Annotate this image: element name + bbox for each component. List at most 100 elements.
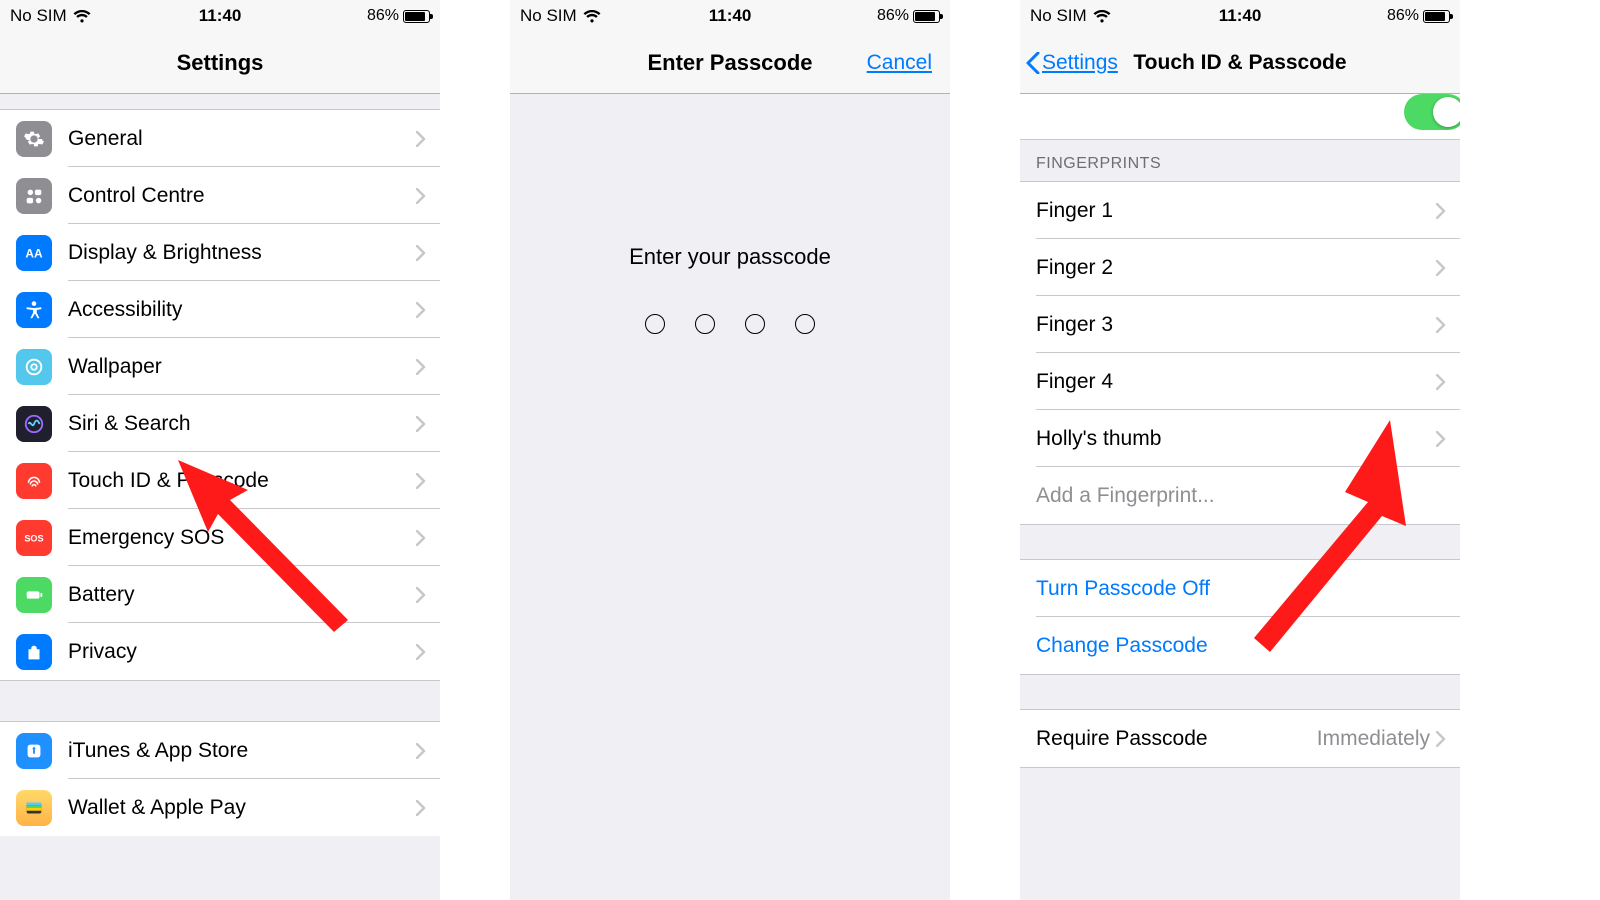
page-title: Enter Passcode (647, 50, 812, 76)
settings-row-access[interactable]: Accessibility (0, 281, 440, 338)
settings-row-siri[interactable]: Siri & Search (0, 395, 440, 452)
settings-row-touch[interactable]: Touch ID & Passcode (0, 452, 440, 509)
passcode-prompt: Enter your passcode (629, 244, 831, 270)
group-separator (1020, 767, 1460, 847)
row-label: Touch ID & Passcode (68, 469, 416, 493)
group-separator (0, 94, 440, 110)
wall-icon (16, 349, 52, 385)
row-label: Finger 3 (1036, 313, 1436, 337)
chevron-right-icon (1436, 203, 1446, 219)
chevron-right-icon (1436, 260, 1446, 276)
chevron-right-icon (416, 800, 426, 816)
row-label: Battery (68, 583, 416, 607)
row-label: iTunes & App Store (68, 739, 416, 763)
navbar: Settings (0, 32, 440, 94)
carrier-text: No SIM (10, 6, 67, 26)
chevron-right-icon (416, 473, 426, 489)
back-label: Settings (1042, 51, 1118, 75)
row-label: Change Passcode (1036, 634, 1460, 658)
row-label: Require Passcode (1036, 727, 1317, 751)
chevron-right-icon (1436, 731, 1446, 747)
row-label: Wallet & Apple Pay (68, 796, 416, 820)
svg-text:SOS: SOS (24, 533, 43, 543)
settings-row-sos[interactable]: SOSEmergency SOS (0, 509, 440, 566)
chevron-right-icon (1436, 317, 1446, 333)
row-label: Finger 2 (1036, 256, 1436, 280)
fingerprint-row[interactable]: Finger 2 (1020, 239, 1460, 296)
settings-row-wallet[interactable]: Wallet & Apple Pay (0, 779, 440, 836)
settings-row-itunes[interactable]: iTunes & App Store (0, 722, 440, 779)
wallet-icon (16, 790, 52, 826)
navbar: Settings Touch ID & Passcode (1020, 32, 1460, 94)
row-label: Privacy (68, 640, 416, 664)
chevron-right-icon (416, 644, 426, 660)
fingerprint-row[interactable]: Holly's thumb (1020, 410, 1460, 467)
settings-row-wall[interactable]: Wallpaper (0, 338, 440, 395)
group-separator (0, 680, 440, 722)
layout-gap (1460, 0, 1600, 900)
settings-row-control[interactable]: Control Centre (0, 167, 440, 224)
chevron-right-icon (1436, 431, 1446, 447)
group-separator (1020, 524, 1460, 560)
section-header-fingerprints: FINGERPRINTS (1020, 140, 1460, 182)
row-label: Turn Passcode Off (1036, 577, 1460, 601)
back-button[interactable]: Settings (1026, 51, 1118, 75)
passcode-actions: Turn Passcode Off Change Passcode (1020, 560, 1460, 674)
require-passcode-group: Require Passcode Immediately (1020, 710, 1460, 767)
clock: 11:40 (1219, 6, 1262, 26)
screen-touchid-passcode: No SIM 11:40 86% Settings Touch ID & Pas… (1020, 0, 1460, 900)
battery-icon (403, 10, 430, 23)
layout-gap (950, 0, 1020, 900)
add-fingerprint-button[interactable]: Add a Fingerprint... (1020, 467, 1460, 524)
row-label: Accessibility (68, 298, 416, 322)
battery-icon (913, 10, 940, 23)
fingerprint-row[interactable]: Finger 4 (1020, 353, 1460, 410)
settings-row-batt[interactable]: Battery (0, 566, 440, 623)
battery-percent: 86% (1387, 7, 1419, 25)
fingerprint-row[interactable]: Finger 1 (1020, 182, 1460, 239)
fingerprint-row[interactable]: Finger 3 (1020, 296, 1460, 353)
battery-percent: 86% (367, 7, 399, 25)
chevron-right-icon (416, 743, 426, 759)
chevron-right-icon (416, 188, 426, 204)
settings-row-priv[interactable]: Privacy (0, 623, 440, 680)
settings-row-general[interactable]: General (0, 110, 440, 167)
settings-row-display[interactable]: AA Display & Brightness (0, 224, 440, 281)
touch-icon (16, 463, 52, 499)
passcode-dots[interactable] (645, 314, 815, 334)
status-bar: No SIM 11:40 86% (510, 0, 950, 32)
battery-icon (1423, 10, 1450, 23)
wifi-icon (73, 10, 91, 23)
batt-icon (16, 577, 52, 613)
cancel-button[interactable]: Cancel (867, 51, 932, 75)
clock: 11:40 (709, 6, 752, 26)
page-title: Settings (177, 50, 264, 76)
toggle-switch[interactable] (1404, 94, 1460, 130)
navbar: Enter Passcode Cancel (510, 32, 950, 94)
display-icon: AA (16, 235, 52, 271)
sos-icon: SOS (16, 520, 52, 556)
status-bar: No SIM 11:40 86% (0, 0, 440, 32)
turn-passcode-off-button[interactable]: Turn Passcode Off (1020, 560, 1460, 617)
chevron-right-icon (416, 416, 426, 432)
page-title: Touch ID & Passcode (1133, 51, 1346, 75)
general-icon (16, 121, 52, 157)
passcode-dot (795, 314, 815, 334)
chevron-right-icon (416, 359, 426, 375)
group-separator (1020, 674, 1460, 710)
wifi-icon (1093, 10, 1111, 23)
row-label: Holly's thumb (1036, 427, 1436, 451)
row-value: Immediately (1317, 727, 1430, 751)
settings-list: GeneralControl Centre AA Display & Brightn… (0, 110, 440, 680)
layout-gap (440, 0, 510, 900)
row-label: Siri & Search (68, 412, 416, 436)
carrier-text: No SIM (520, 6, 577, 26)
passcode-dot (645, 314, 665, 334)
change-passcode-button[interactable]: Change Passcode (1020, 617, 1460, 674)
settings-list: iTunes & App Store Wallet & Apple Pay (0, 722, 440, 836)
chevron-right-icon (416, 245, 426, 261)
row-label: Finger 1 (1036, 199, 1436, 223)
carrier-text: No SIM (1030, 6, 1087, 26)
require-passcode-row[interactable]: Require Passcode Immediately (1020, 710, 1460, 767)
row-label: Display & Brightness (68, 241, 416, 265)
